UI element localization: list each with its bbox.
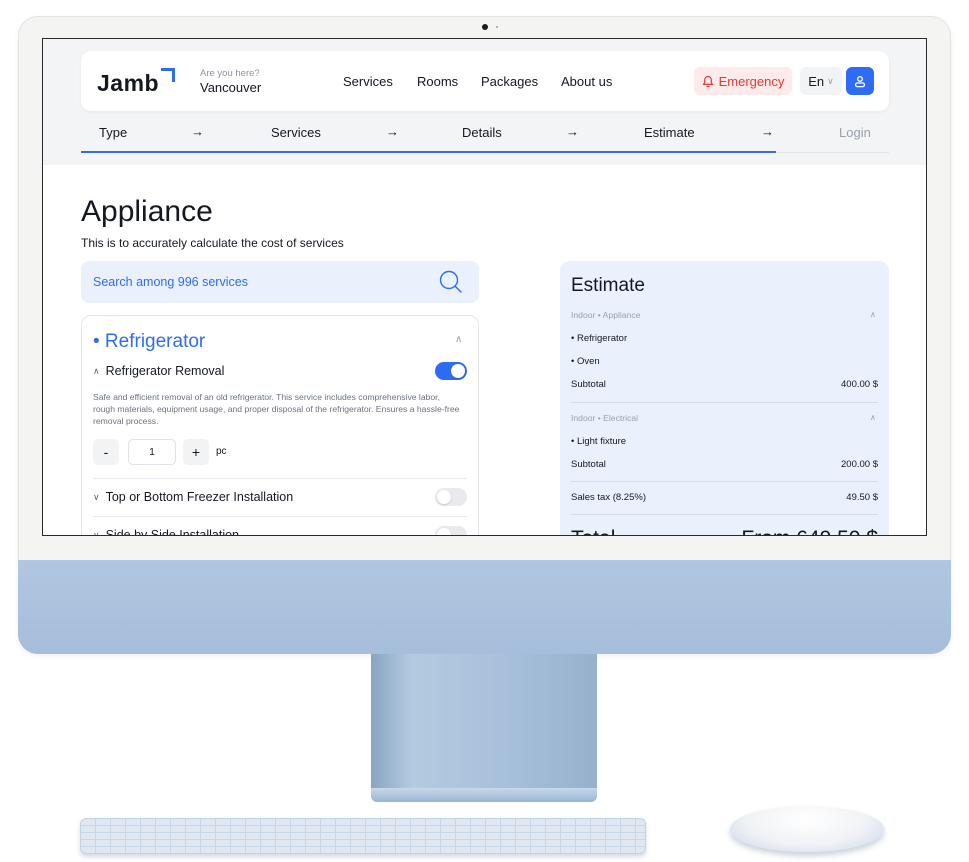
service-name: Side by Side Installation bbox=[105, 528, 240, 536]
service-toggle[interactable] bbox=[435, 526, 467, 535]
chevron-up-icon[interactable]: ∧ bbox=[870, 413, 876, 422]
service-description: Safe and efficient removal of an old ref… bbox=[93, 392, 460, 426]
estimate-group-label[interactable]: Indoor • Electrical bbox=[571, 413, 638, 423]
arrow-right-icon: → bbox=[566, 124, 579, 139]
services-card: • Refrigerator ∧ ∧ Refrigerator Removal … bbox=[81, 315, 479, 536]
nav-link-about-us[interactable]: About us bbox=[561, 74, 612, 89]
user-account-button[interactable] bbox=[846, 67, 874, 95]
estimate-item: • Oven bbox=[571, 356, 600, 367]
chevron-up-icon: ∧ bbox=[93, 365, 100, 376]
imac-stand bbox=[371, 654, 597, 792]
camera-icon bbox=[482, 24, 488, 30]
imac-stand-foot bbox=[371, 788, 597, 802]
service-name: Refrigerator Removal bbox=[105, 364, 225, 378]
nav-link-rooms[interactable]: Rooms bbox=[417, 74, 458, 89]
chevron-down-icon: ∨ bbox=[827, 75, 834, 86]
location-city[interactable]: Vancouver bbox=[200, 80, 261, 95]
toggle-knob bbox=[437, 490, 451, 504]
page-title: Appliance bbox=[81, 195, 213, 228]
divider bbox=[571, 402, 878, 403]
service-row-side-by-side[interactable]: ∨ Side by Side Installation bbox=[93, 528, 240, 536]
toggle-knob bbox=[451, 364, 465, 378]
subtotal-amount: 400.00 $ bbox=[841, 379, 878, 390]
quantity-input[interactable]: 1 bbox=[128, 439, 176, 465]
service-toggle[interactable] bbox=[435, 488, 467, 506]
service-name: Top or Bottom Freezer Installation bbox=[105, 490, 294, 504]
chevron-down-icon: ∨ bbox=[93, 491, 100, 502]
language-select[interactable]: En ∨ bbox=[800, 67, 842, 95]
subtotal-label: Subtotal bbox=[571, 459, 606, 470]
divider bbox=[93, 478, 467, 479]
step-estimate[interactable]: Estimate bbox=[644, 125, 695, 140]
logo[interactable]: Jamb bbox=[97, 70, 159, 97]
estimate-item: • Light fixture bbox=[571, 436, 627, 447]
divider bbox=[571, 514, 878, 515]
subtotal-amount: 200.00 $ bbox=[841, 459, 878, 470]
language-value: En bbox=[808, 73, 825, 89]
service-row-top-bottom-freezer[interactable]: ∨ Top or Bottom Freezer Installation bbox=[93, 490, 293, 504]
steps-progress-bar bbox=[81, 151, 776, 153]
emergency-label: Emergency bbox=[718, 73, 785, 89]
user-icon bbox=[854, 75, 866, 87]
step-type[interactable]: Type bbox=[99, 125, 127, 140]
chevron-up-icon[interactable]: ∧ bbox=[870, 310, 876, 319]
location-question: Are you here? bbox=[200, 68, 260, 79]
estimate-item: • Refrigerator bbox=[571, 333, 628, 344]
divider bbox=[571, 481, 878, 482]
bell-icon bbox=[702, 75, 714, 87]
decrease-quantity-button[interactable]: - bbox=[93, 439, 119, 465]
estimate-panel: Estimate Indoor • Appliance ∧ • Refriger… bbox=[560, 261, 889, 535]
chevron-down-icon: ∨ bbox=[93, 529, 100, 536]
page-subtitle: This is to accurately calculate the cost… bbox=[81, 236, 344, 250]
nav-link-services[interactable]: Services bbox=[343, 74, 393, 89]
emergency-button[interactable]: Emergency bbox=[694, 67, 792, 95]
imac-chin bbox=[18, 560, 951, 654]
logo-mark-icon bbox=[161, 68, 175, 82]
arrow-right-icon: → bbox=[761, 124, 774, 139]
sales-tax-amount: 49.50 $ bbox=[846, 492, 878, 503]
subtotal-label: Subtotal bbox=[571, 379, 606, 390]
quantity-unit: pc bbox=[216, 446, 227, 457]
estimate-group-label[interactable]: Indoor • Appliance bbox=[571, 310, 640, 320]
screen: Jamb Are you here? Vancouver Services Ro… bbox=[42, 38, 927, 536]
step-login[interactable]: Login bbox=[839, 125, 871, 140]
step-services[interactable]: Services bbox=[271, 125, 321, 140]
navbar: Jamb Are you here? Vancouver Services Ro… bbox=[81, 51, 889, 111]
mouse bbox=[730, 806, 884, 852]
sales-tax-label: Sales tax (8.25%) bbox=[571, 492, 646, 503]
divider bbox=[93, 516, 467, 517]
total-amount: From 649.50 $ bbox=[741, 527, 878, 535]
search-icon[interactable] bbox=[438, 269, 464, 295]
search-placeholder: Search among 996 services bbox=[93, 275, 248, 289]
estimate-title: Estimate bbox=[571, 275, 645, 296]
service-toggle[interactable] bbox=[435, 362, 467, 380]
service-header-refrigerator-removal[interactable]: ∧ Refrigerator Removal bbox=[93, 364, 224, 378]
category-title[interactable]: • Refrigerator bbox=[93, 331, 205, 353]
arrow-right-icon: → bbox=[191, 124, 204, 139]
arrow-right-icon: → bbox=[386, 124, 399, 139]
chevron-up-icon[interactable]: ∧ bbox=[455, 334, 462, 345]
search-input[interactable]: Search among 996 services bbox=[81, 261, 479, 303]
total-label: Total bbox=[571, 527, 615, 535]
keyboard bbox=[80, 818, 646, 854]
increase-quantity-button[interactable]: + bbox=[183, 439, 209, 465]
step-details[interactable]: Details bbox=[462, 125, 502, 140]
camera-sensor bbox=[496, 26, 498, 28]
progress-steps: Type → Services → Details → Estimate → L… bbox=[81, 123, 889, 153]
toggle-knob bbox=[437, 528, 451, 535]
nav-link-packages[interactable]: Packages bbox=[481, 74, 538, 89]
